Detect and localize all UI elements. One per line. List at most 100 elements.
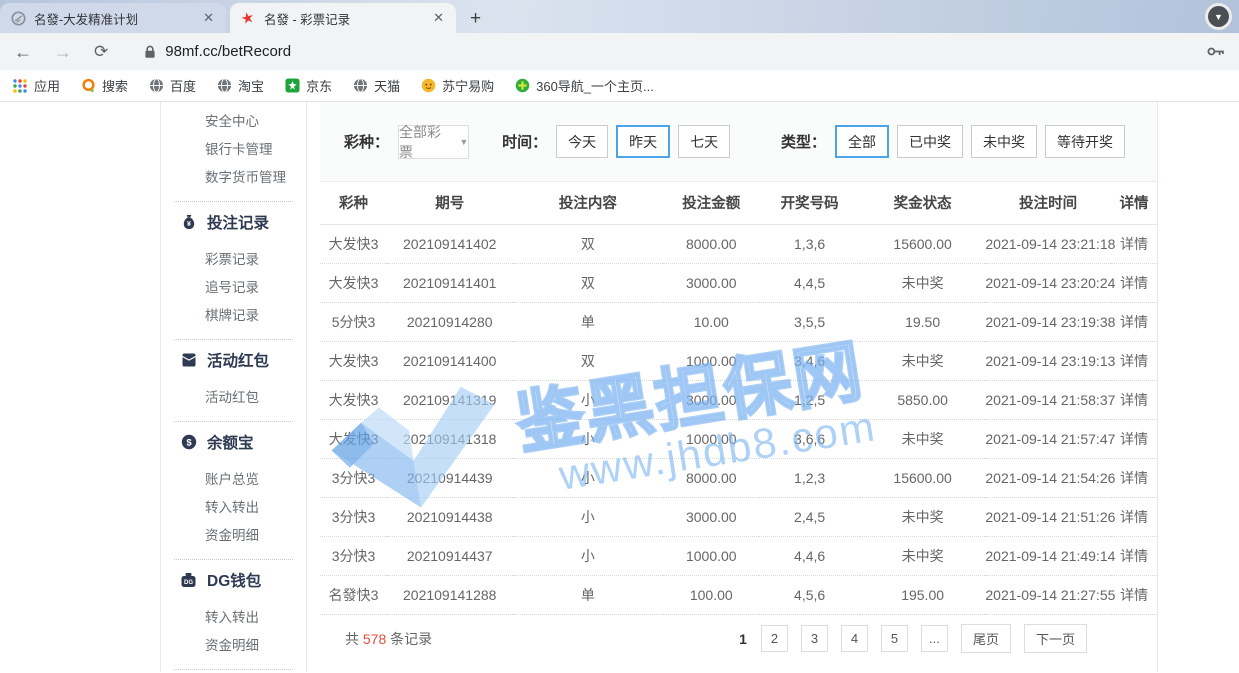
lottery-name-link[interactable]: 大发快3 — [320, 224, 387, 263]
tab-close-icon[interactable]: ✕ — [431, 10, 446, 26]
bookmark-item-3[interactable]: 百度 — [148, 76, 196, 95]
url-text[interactable]: 98mf.cc/betRecord — [165, 43, 291, 60]
current-page[interactable]: 1 — [739, 631, 747, 647]
bookmarks-bar: 应用 搜索 百度 淘宝 京东 天猫 苏宁易购 360导航_一个主页... — [0, 70, 1239, 102]
next-page-button[interactable]: 下一页 — [1024, 624, 1087, 653]
table-row: 大发快3202109141319小3000.001,2,55850.002021… — [320, 380, 1157, 419]
sidebar-section-label: 余额宝 — [207, 431, 254, 453]
sidebar-divider — [174, 559, 293, 560]
sidebar-item-数字货币管理[interactable]: 数字货币管理 — [161, 164, 306, 192]
lottery-name-link[interactable]: 大发快3 — [320, 380, 387, 419]
detail-link[interactable]: 详情 — [1111, 575, 1157, 614]
sidebar-item-安全中心[interactable]: 安全中心 — [161, 108, 306, 136]
time-filter-七天[interactable]: 七天 — [678, 125, 730, 158]
lottery-name-link[interactable]: 大发快3 — [320, 419, 387, 458]
draw-numbers: 1,2,5 — [759, 380, 859, 419]
type-filter-等待开奖[interactable]: 等待开奖 — [1045, 125, 1125, 158]
sidebar-item-转入转出[interactable]: 转入转出 — [161, 604, 306, 632]
key-icon[interactable] — [1207, 46, 1225, 57]
lottery-name-link[interactable]: 名發快3 — [320, 575, 387, 614]
jd-icon — [284, 78, 300, 94]
sidebar-divider — [174, 421, 293, 422]
lottery-name-link[interactable]: 3分快3 — [320, 458, 387, 497]
draw-numbers: 3,6,6 — [759, 419, 859, 458]
detail-link[interactable]: 详情 — [1111, 497, 1157, 536]
prize-status: 未中奖 — [860, 263, 986, 302]
last-page-button[interactable]: 尾页 — [961, 624, 1011, 653]
browser-tab-2[interactable]: ★ 名發 - 彩票记录 ✕ — [230, 3, 456, 33]
page-button-2[interactable]: 2 — [761, 625, 788, 652]
detail-link[interactable]: 详情 — [1111, 263, 1157, 302]
sidebar-section-label: 活动红包 — [207, 349, 269, 371]
bet-time: 2021-09-14 21:49:14 — [985, 536, 1111, 575]
bet-content: 双 — [513, 263, 664, 302]
address-bar[interactable]: 98mf.cc/betRecord — [130, 43, 1225, 60]
tab-close-icon[interactable]: ✕ — [201, 10, 216, 26]
lottery-name-link[interactable]: 5分快3 — [320, 302, 387, 341]
bookmark-item-1[interactable]: 应用 — [12, 76, 60, 95]
page-button-5[interactable]: 5 — [881, 625, 908, 652]
page-button-4[interactable]: 4 — [841, 625, 868, 652]
detail-link[interactable]: 详情 — [1111, 341, 1157, 380]
detail-link[interactable]: 详情 — [1111, 458, 1157, 497]
lottery-name-link[interactable]: 3分快3 — [320, 497, 387, 536]
sidebar-item-银行卡管理[interactable]: 银行卡管理 — [161, 136, 306, 164]
red-envelope-icon — [180, 352, 197, 369]
prize-status: 15600.00 — [860, 224, 986, 263]
lottery-name-link[interactable]: 大发快3 — [320, 263, 387, 302]
type-filter-未中奖[interactable]: 未中奖 — [971, 125, 1037, 158]
draw-numbers: 4,4,5 — [759, 263, 859, 302]
detail-link[interactable]: 详情 — [1111, 536, 1157, 575]
svg-text:$: $ — [186, 437, 192, 448]
time-filter-今天[interactable]: 今天 — [556, 125, 608, 158]
sidebar-section-label: 投注记录 — [207, 211, 269, 233]
bet-time: 2021-09-14 21:58:37 — [985, 380, 1111, 419]
lottery-select[interactable]: 全部彩票 ▼ — [398, 125, 469, 159]
sidebar-item-追号记录[interactable]: 追号记录 — [161, 274, 306, 302]
new-tab-button[interactable]: + — [470, 9, 481, 28]
prize-status: 15600.00 — [860, 458, 986, 497]
sidebar-item-账户总览[interactable]: 账户总览 — [161, 466, 306, 494]
type-filter-已中奖[interactable]: 已中奖 — [897, 125, 963, 158]
sidebar-section-活动红包[interactable]: 活动红包 — [161, 349, 306, 371]
bookmark-item-4[interactable]: 淘宝 — [216, 76, 264, 95]
lottery-select-value: 全部彩票 — [399, 122, 449, 162]
bet-time: 2021-09-14 23:20:24 — [985, 263, 1111, 302]
draw-numbers: 3,4,6 — [759, 341, 859, 380]
back-button[interactable]: ← — [14, 43, 32, 61]
bookmark-item-8[interactable]: 360导航_一个主页... — [514, 76, 654, 95]
page-button-3[interactable]: 3 — [801, 625, 828, 652]
draw-numbers: 1,2,3 — [759, 458, 859, 497]
detail-link[interactable]: 详情 — [1111, 419, 1157, 458]
tab-search-button[interactable]: ▼ — [1205, 3, 1232, 30]
column-header-投注金额: 投注金额 — [663, 182, 759, 224]
sidebar-item-资金明细[interactable]: 资金明细 — [161, 522, 306, 550]
tab-title: 名發-大发精准计划 — [34, 9, 201, 28]
bookmark-item-2[interactable]: 搜索 — [80, 76, 128, 95]
sidebar-section-余额宝[interactable]: $ 余额宝 — [161, 431, 306, 453]
bet-amount: 100.00 — [663, 575, 759, 614]
bookmark-label: 百度 — [170, 76, 196, 95]
reload-button[interactable]: ⟳ — [94, 43, 108, 60]
sidebar-item-彩票记录[interactable]: 彩票记录 — [161, 246, 306, 274]
type-filter-全部[interactable]: 全部 — [835, 125, 889, 158]
page-button-...[interactable]: ... — [921, 625, 948, 652]
sidebar-item-棋牌记录[interactable]: 棋牌记录 — [161, 302, 306, 330]
bookmark-item-7[interactable]: 苏宁易购 — [420, 76, 494, 95]
sidebar-item-资金明细[interactable]: 资金明细 — [161, 632, 306, 660]
detail-link[interactable]: 详情 — [1111, 302, 1157, 341]
time-filter-昨天[interactable]: 昨天 — [616, 125, 670, 158]
detail-link[interactable]: 详情 — [1111, 380, 1157, 419]
sidebar-section-投注记录[interactable]: ¥投注记录 — [161, 211, 306, 233]
detail-link[interactable]: 详情 — [1111, 224, 1157, 263]
lottery-name-link[interactable]: 大发快3 — [320, 341, 387, 380]
browser-tab-1[interactable]: 名發-大发精准计划 ✕ — [0, 3, 226, 33]
sidebar-item-转入转出[interactable]: 转入转出 — [161, 494, 306, 522]
lottery-name-link[interactable]: 3分快3 — [320, 536, 387, 575]
sidebar-section-DG钱包[interactable]: DGDG钱包 — [161, 569, 306, 591]
bookmark-item-5[interactable]: 京东 — [284, 76, 332, 95]
forward-button[interactable]: → — [54, 43, 72, 61]
sidebar-item-活动红包[interactable]: 活动红包 — [161, 384, 306, 412]
bookmark-item-6[interactable]: 天猫 — [352, 76, 400, 95]
issue-number: 202109141318 — [387, 419, 513, 458]
